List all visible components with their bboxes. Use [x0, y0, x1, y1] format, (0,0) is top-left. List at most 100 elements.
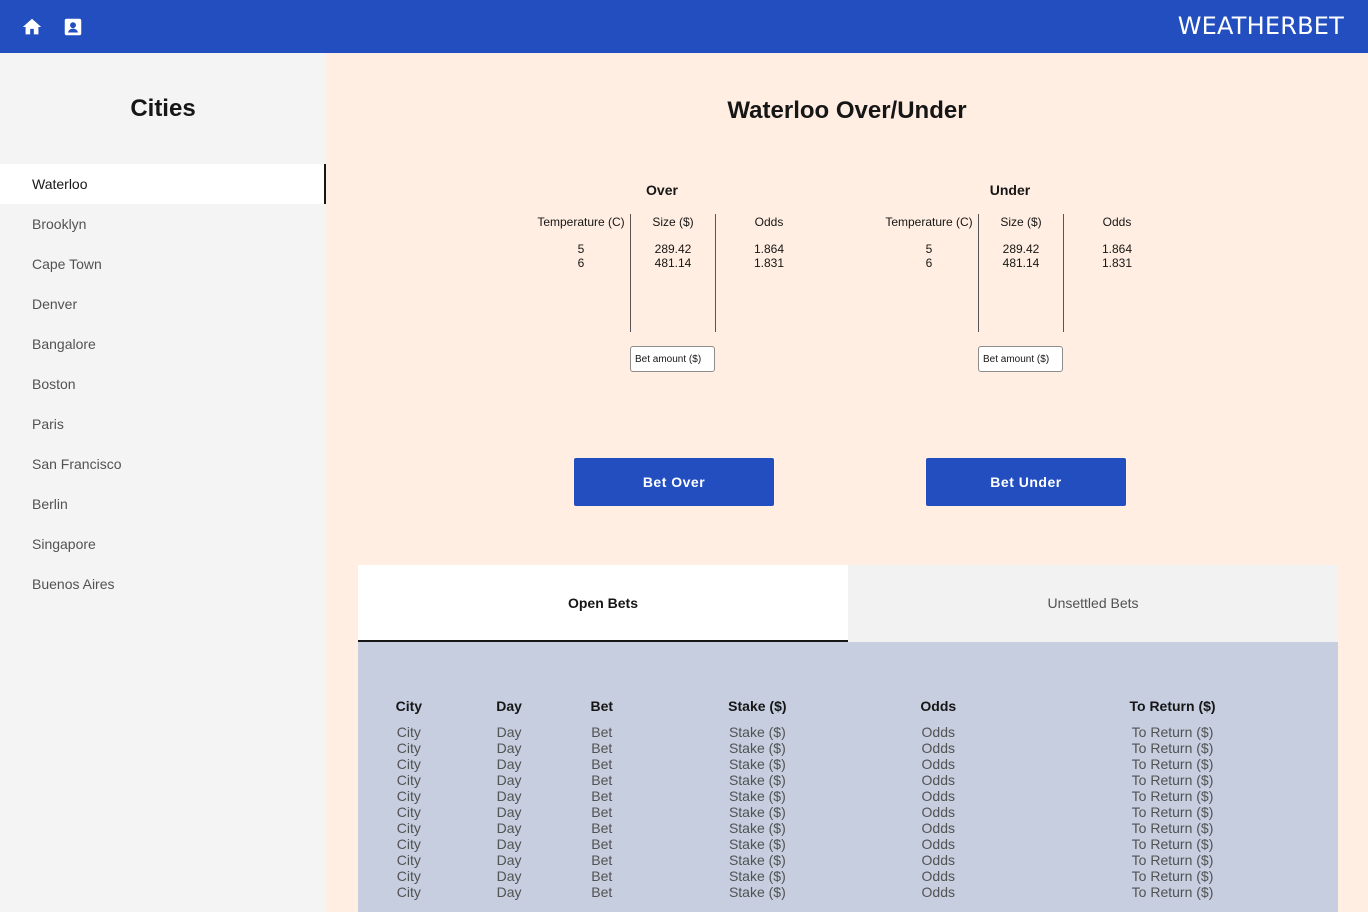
- cell-day: Day: [496, 884, 522, 900]
- cell-odds: Odds: [921, 724, 956, 740]
- cell-bet: Bet: [591, 740, 613, 756]
- sidebar-item-san-francisco[interactable]: San Francisco: [0, 444, 326, 484]
- home-icon[interactable]: [21, 16, 43, 38]
- cell-to-return: To Return ($): [1131, 804, 1214, 820]
- over-odds-table: Temperature (C) 5 6 Size ($) 289.42 481.…: [532, 214, 792, 332]
- sidebar-item-brooklyn[interactable]: Brooklyn: [0, 204, 326, 244]
- cell-to-return: To Return ($): [1131, 788, 1214, 804]
- over-panel: Over Temperature (C) 5 6 Size ($) 289.42…: [532, 182, 792, 372]
- cell-to-return: To Return ($): [1131, 884, 1214, 900]
- cell-city: City: [396, 804, 421, 820]
- bet-over-button[interactable]: Bet Over: [574, 458, 774, 506]
- cell-to-return: To Return ($): [1131, 772, 1214, 788]
- under-size-value: 481.14: [1002, 256, 1040, 270]
- sidebar-item-boston[interactable]: Boston: [0, 364, 326, 404]
- sidebar-item-paris[interactable]: Paris: [0, 404, 326, 444]
- sidebar-item-singapore[interactable]: Singapore: [0, 524, 326, 564]
- cell-stake: Stake ($): [728, 772, 786, 788]
- tab-unsettled-bets[interactable]: Unsettled Bets: [848, 565, 1338, 642]
- cell-to-return: To Return ($): [1131, 756, 1214, 772]
- sidebar: Cities Waterloo Brooklyn Cape Town Denve…: [0, 53, 326, 912]
- cell-day: Day: [496, 740, 522, 756]
- contact-card-icon[interactable]: [62, 16, 84, 38]
- under-bet-amount-input[interactable]: [978, 346, 1063, 372]
- over-temperature-value: 5: [577, 242, 585, 256]
- table-row[interactable]: City Day Bet Stake ($) Odds To Return ($): [358, 852, 1338, 868]
- cell-day: Day: [496, 724, 522, 740]
- over-size-value: 481.14: [654, 256, 692, 270]
- table-row[interactable]: City Day Bet Stake ($) Odds To Return ($): [358, 772, 1338, 788]
- cell-city: City: [396, 852, 421, 868]
- page-title: Waterloo Over/Under: [326, 97, 1368, 125]
- sidebar-item-denver[interactable]: Denver: [0, 284, 326, 324]
- cell-day: Day: [496, 804, 522, 820]
- under-odds-value: 1.864: [1101, 242, 1133, 256]
- bets-table-area: City Day Bet Stake ($) Odds To Return ($…: [358, 642, 1338, 912]
- cell-stake: Stake ($): [728, 740, 786, 756]
- table-row[interactable]: City Day Bet Stake ($) Odds To Return ($): [358, 756, 1338, 772]
- top-bar: WEATHERBET: [0, 0, 1368, 53]
- over-size-value: 289.42: [654, 242, 692, 256]
- cell-stake: Stake ($): [728, 884, 786, 900]
- table-row[interactable]: City Day Bet Stake ($) Odds To Return ($): [358, 804, 1338, 820]
- sidebar-item-waterloo[interactable]: Waterloo: [0, 164, 326, 204]
- cell-city: City: [396, 724, 421, 740]
- cell-odds: Odds: [921, 788, 956, 804]
- cell-to-return: To Return ($): [1131, 820, 1214, 836]
- table-row[interactable]: City Day Bet Stake ($) Odds To Return ($): [358, 836, 1338, 852]
- under-odds-value: 1.831: [1101, 256, 1133, 270]
- tab-open-bets[interactable]: Open Bets: [358, 565, 848, 642]
- under-size-header: Size ($): [1000, 215, 1042, 229]
- sidebar-item-buenos-aires[interactable]: Buenos Aires: [0, 564, 326, 604]
- cell-odds: Odds: [921, 884, 956, 900]
- cell-stake: Stake ($): [728, 788, 786, 804]
- column-header-city: City: [395, 698, 423, 714]
- cell-stake: Stake ($): [728, 724, 786, 740]
- over-bet-amount-input[interactable]: [630, 346, 715, 372]
- over-size-header: Size ($): [652, 215, 694, 229]
- cell-odds: Odds: [921, 740, 956, 756]
- bets-table-body: City Day Bet Stake ($) Odds To Return ($) City…: [358, 724, 1338, 900]
- sidebar-item-berlin[interactable]: Berlin: [0, 484, 326, 524]
- under-size-value: 289.42: [1002, 242, 1040, 256]
- sidebar-title: Cities: [130, 95, 196, 122]
- cell-odds: Odds: [921, 868, 956, 884]
- bet-under-button[interactable]: Bet Under: [926, 458, 1126, 506]
- cell-bet: Bet: [591, 772, 613, 788]
- under-panel-title: Under: [989, 182, 1031, 198]
- cell-to-return: To Return ($): [1131, 740, 1214, 756]
- over-odds-column: Odds 1.864 1.831: [715, 214, 822, 332]
- cell-city: City: [396, 836, 421, 852]
- page-title-suffix: Over/Under: [829, 97, 967, 124]
- table-header-row: City Day Bet Stake ($) Odds To Return ($…: [358, 698, 1338, 724]
- over-temperature-value: 6: [577, 256, 585, 270]
- column-header-day: Day: [496, 698, 522, 714]
- brand-logo[interactable]: WEATHERBET: [1178, 12, 1344, 40]
- table-row[interactable]: City Day Bet Stake ($) Odds To Return ($): [358, 868, 1338, 884]
- cell-stake: Stake ($): [728, 756, 786, 772]
- cell-bet: Bet: [591, 820, 613, 836]
- page-title-city: Waterloo: [727, 97, 830, 124]
- over-temperature-header: Temperature (C): [537, 215, 625, 229]
- cell-odds: Odds: [921, 836, 956, 852]
- column-header-to-return: To Return ($): [1129, 698, 1216, 714]
- sidebar-item-cape-town[interactable]: Cape Town: [0, 244, 326, 284]
- cell-to-return: To Return ($): [1131, 852, 1214, 868]
- cell-day: Day: [496, 772, 522, 788]
- table-row[interactable]: City Day Bet Stake ($) Odds To Return ($): [358, 820, 1338, 836]
- table-row[interactable]: City Day Bet Stake ($) Odds To Return ($): [358, 740, 1338, 756]
- table-row[interactable]: City Day Bet Stake ($) Odds To Return ($): [358, 724, 1338, 740]
- cell-bet: Bet: [591, 788, 613, 804]
- column-header-bet: Bet: [590, 698, 614, 714]
- under-panel: Under Temperature (C) 5 6 Size ($) 289.4…: [880, 182, 1140, 372]
- cell-stake: Stake ($): [728, 820, 786, 836]
- table-row[interactable]: City Day Bet Stake ($) Odds To Return ($): [358, 884, 1338, 900]
- cell-day: Day: [496, 820, 522, 836]
- sidebar-item-bangalore[interactable]: Bangalore: [0, 324, 326, 364]
- under-odds-header: Odds: [1102, 215, 1132, 229]
- cell-city: City: [396, 820, 421, 836]
- cell-bet: Bet: [591, 756, 613, 772]
- table-row[interactable]: City Day Bet Stake ($) Odds To Return ($): [358, 788, 1338, 804]
- over-size-column: Size ($) 289.42 481.14: [630, 214, 715, 332]
- over-temperature-column: Temperature (C) 5 6: [532, 214, 630, 332]
